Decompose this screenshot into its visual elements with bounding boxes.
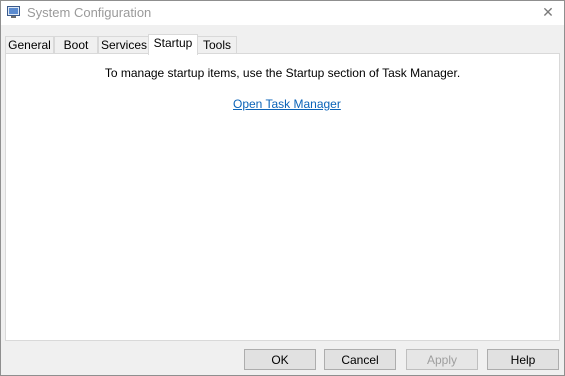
system-configuration-window: System Configuration ✕ General Boot Serv…: [0, 0, 565, 376]
help-button[interactable]: Help: [487, 349, 559, 370]
tab-startup[interactable]: Startup: [148, 34, 198, 55]
cancel-button[interactable]: Cancel: [324, 349, 396, 370]
open-task-manager-link[interactable]: Open Task Manager: [233, 97, 341, 111]
tab-general[interactable]: General: [5, 36, 54, 54]
startup-tab-panel: To manage startup items, use the Startup…: [5, 53, 560, 341]
apply-button[interactable]: Apply: [406, 349, 478, 370]
startup-info-text: To manage startup items, use the Startup…: [104, 66, 461, 80]
window-title: System Configuration: [27, 5, 152, 20]
tab-services[interactable]: Services: [98, 36, 150, 54]
tab-tools[interactable]: Tools: [197, 36, 237, 54]
ok-button[interactable]: OK: [244, 349, 316, 370]
title-bar[interactable]: System Configuration ✕: [1, 1, 564, 25]
tab-boot[interactable]: Boot: [54, 36, 98, 54]
close-icon[interactable]: ✕: [532, 1, 564, 25]
msconfig-icon: [7, 6, 20, 19]
